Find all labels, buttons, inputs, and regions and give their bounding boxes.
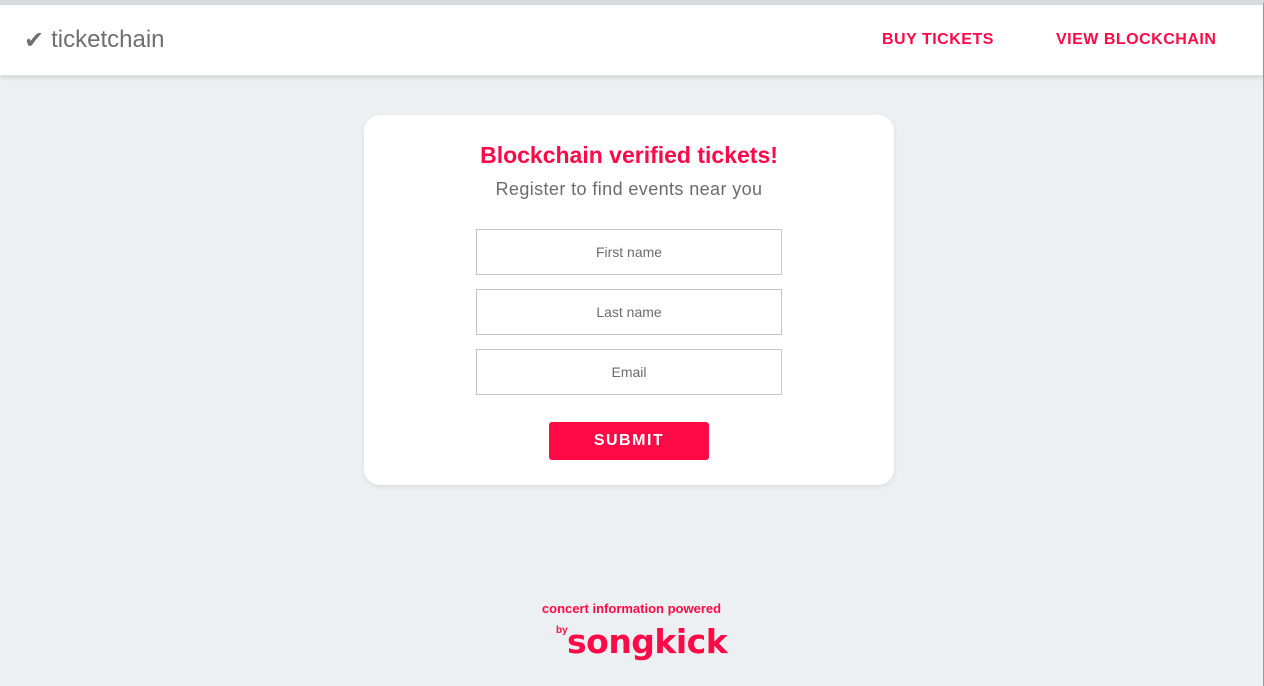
brand-logo[interactable]: ✔ ticketchain (24, 25, 165, 55)
songkick-logo[interactable]: by songkick (556, 622, 728, 666)
first-name-input[interactable] (476, 229, 782, 275)
submit-button[interactable]: SUBMIT (549, 422, 709, 460)
brand-name: ticketchain (51, 26, 165, 53)
nav-view-blockchain-link[interactable]: VIEW BLOCKCHAIN (1056, 31, 1216, 49)
registration-title: Blockchain verified tickets! (480, 142, 778, 168)
email-input[interactable] (476, 349, 782, 395)
powered-by-text: concert information powered (541, 601, 722, 616)
songkick-wordmark: songkick (567, 622, 728, 661)
nav-buy-tickets-link[interactable]: BUY TICKETS (882, 31, 994, 49)
browser-viewport: ✔ ticketchain BUY TICKETS VIEW BLOCKCHAI… (0, 0, 1264, 686)
songkick-by-text: by (556, 625, 568, 636)
registration-subtitle: Register to find events near you (495, 179, 763, 199)
checkmark-icon: ✔ (24, 26, 45, 54)
top-navbar: ✔ ticketchain BUY TICKETS VIEW BLOCKCHAI… (0, 5, 1263, 76)
registration-card: Blockchain verified tickets! Register to… (364, 115, 894, 485)
last-name-input[interactable] (476, 289, 782, 335)
